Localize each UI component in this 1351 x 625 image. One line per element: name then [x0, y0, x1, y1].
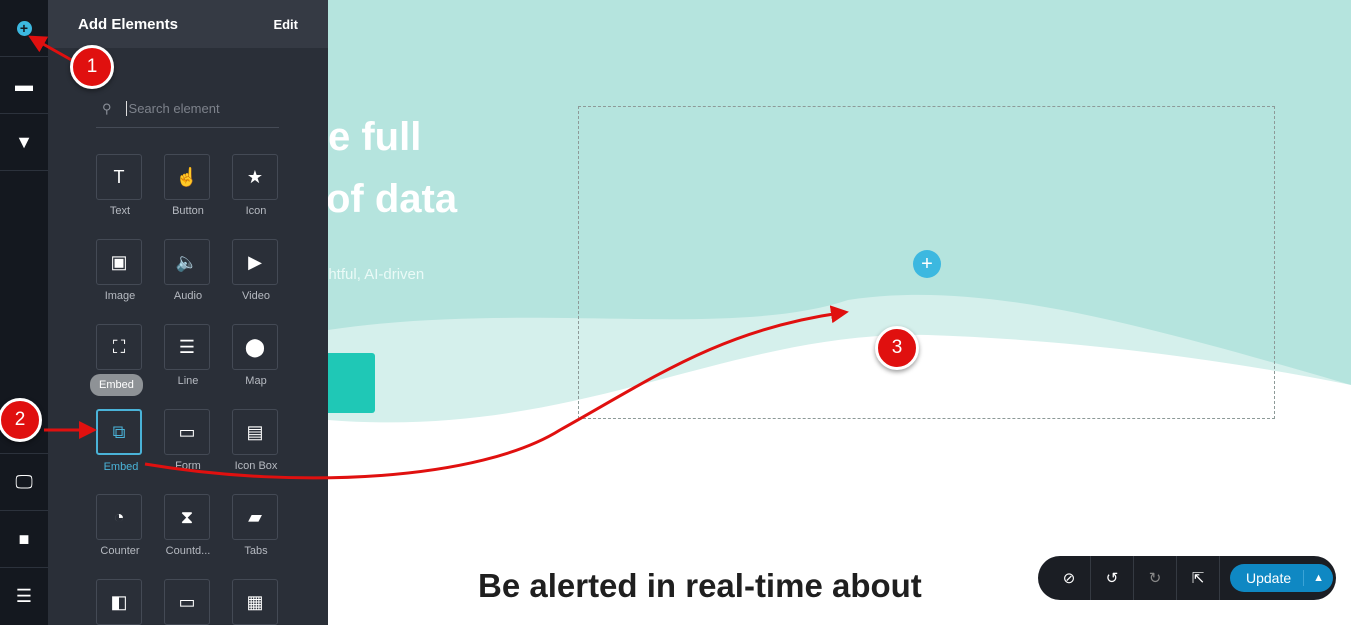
annotation-arrows: [28, 35, 849, 480]
annotation-badge-2: 2: [0, 398, 42, 442]
annotation-badge-3: 3: [875, 326, 919, 370]
annotation-badge-1: 1: [70, 45, 114, 89]
